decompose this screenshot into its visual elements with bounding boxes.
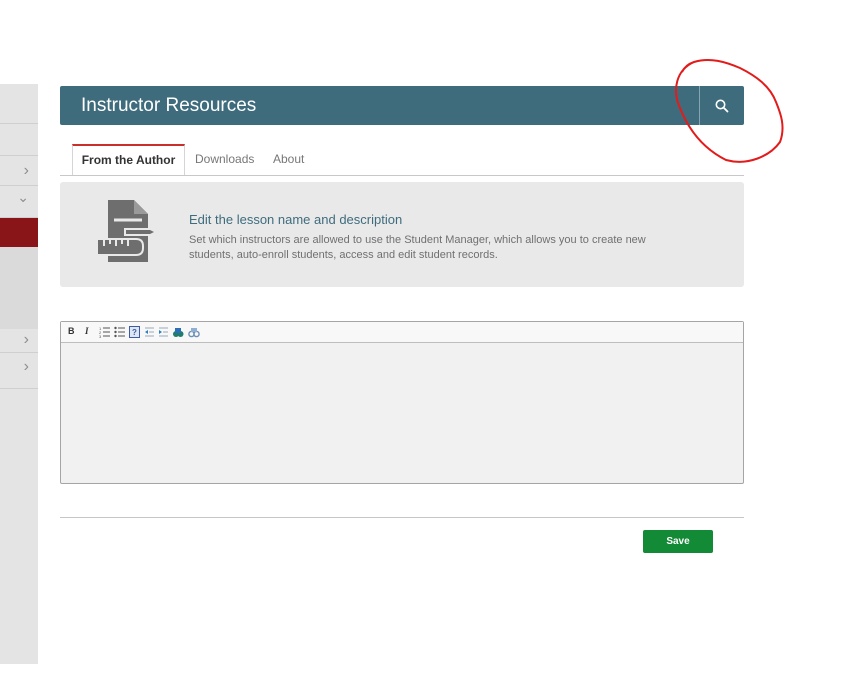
tab-downloads[interactable]: Downloads — [195, 144, 254, 174]
sidebar-item[interactable] — [0, 124, 38, 156]
sidebar-item[interactable]: › — [0, 329, 38, 353]
divider — [60, 517, 744, 518]
rich-text-editor: B I 123 ? — [60, 321, 744, 484]
sidebar-item[interactable] — [0, 84, 38, 124]
document-pencil-ruler-icon — [96, 200, 158, 262]
chevron-right-icon[interactable]: › — [24, 359, 29, 375]
sidebar: › ⌄ › › — [0, 84, 38, 664]
sidebar-item[interactable]: › — [0, 353, 38, 389]
page-header: Instructor Resources — [60, 86, 744, 125]
help-icon[interactable]: ? — [129, 325, 140, 339]
insert-image-icon[interactable] — [172, 325, 184, 339]
sidebar-item-active[interactable] — [0, 218, 38, 247]
svg-text:?: ? — [132, 328, 137, 337]
sidebar-subitems — [0, 247, 38, 329]
italic-icon[interactable]: I — [85, 324, 89, 338]
editor-text-area[interactable] — [61, 343, 743, 483]
svg-text:3: 3 — [99, 334, 102, 339]
search-button[interactable] — [699, 86, 744, 125]
search-icon — [715, 99, 729, 112]
find-icon[interactable] — [188, 325, 200, 339]
indent-icon[interactable] — [158, 325, 169, 339]
tab-from-the-author[interactable]: From the Author — [72, 144, 185, 175]
bulleted-list-icon[interactable] — [114, 325, 125, 339]
info-title: Edit the lesson name and description — [189, 212, 403, 227]
tab-about[interactable]: About — [273, 144, 304, 174]
outdent-icon[interactable] — [144, 325, 155, 339]
chevron-right-icon[interactable]: › — [24, 332, 29, 348]
chevron-right-icon[interactable]: › — [24, 163, 29, 179]
bold-icon[interactable]: B — [68, 324, 75, 338]
chevron-down-icon[interactable]: ⌄ — [17, 190, 29, 204]
numbered-list-icon[interactable]: 123 — [99, 325, 110, 339]
tab-bar: From the Author Downloads About — [60, 144, 744, 176]
save-button[interactable]: Save — [643, 530, 713, 553]
sidebar-item-expanded[interactable]: ⌄ — [0, 186, 38, 218]
editor-toolbar: B I 123 ? — [61, 322, 743, 343]
page-title: Instructor Resources — [81, 95, 257, 116]
info-panel: Edit the lesson name and description Set… — [60, 182, 744, 287]
info-description: Set which instructors are allowed to use… — [189, 234, 646, 261]
sidebar-item[interactable]: › — [0, 156, 38, 186]
